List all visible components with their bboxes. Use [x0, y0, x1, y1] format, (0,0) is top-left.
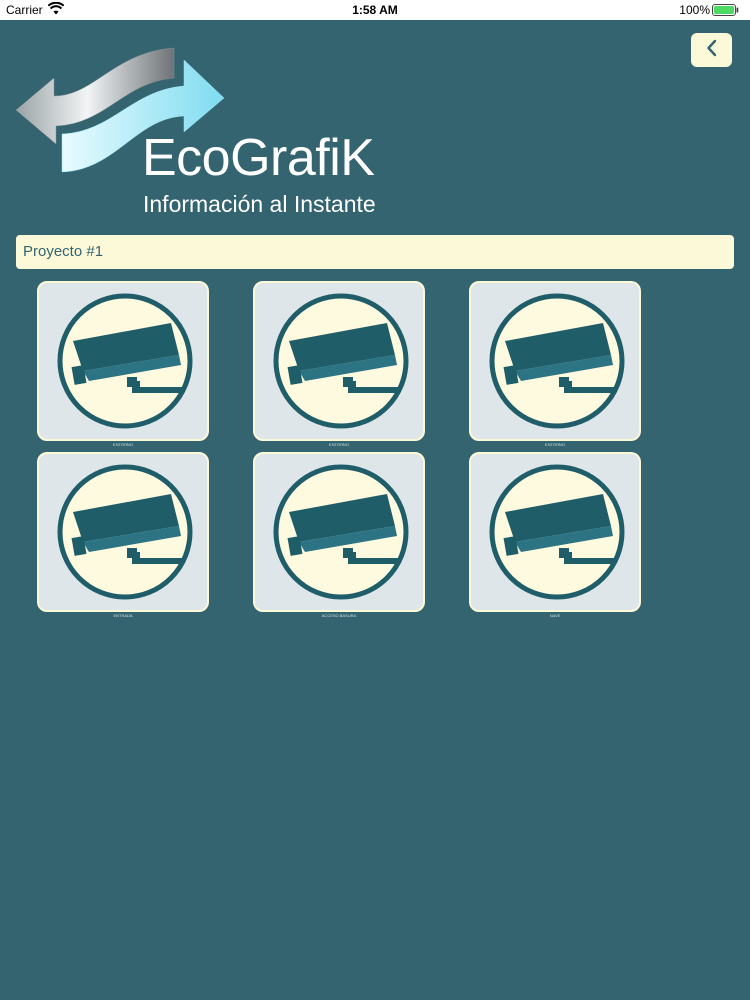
camera-card[interactable]: [253, 281, 425, 441]
camera-label: NAVE: [549, 613, 561, 618]
camera-card[interactable]: [253, 452, 425, 612]
security-camera-icon: [489, 293, 625, 429]
security-camera-icon: [57, 464, 193, 600]
security-camera-icon: [273, 464, 409, 600]
camera-label: ENTORNO: [329, 442, 349, 447]
project-title: Proyecto #1: [23, 243, 104, 260]
camera-label: ACCESO BASURA: [321, 613, 357, 618]
security-camera-icon: [489, 464, 625, 600]
security-camera-icon: [57, 293, 193, 429]
battery-icon: [712, 4, 740, 19]
back-button[interactable]: [691, 33, 732, 67]
camera-card[interactable]: [469, 452, 641, 612]
camera-label: ENTORNO: [545, 442, 565, 447]
status-bar: Carrier 1:58 AM 100%: [0, 0, 750, 20]
chevron-left-icon: [705, 38, 719, 63]
camera-label: ENTRADA: [113, 613, 133, 618]
brand-name: EcoGrafiK: [142, 129, 375, 187]
security-camera-icon: [273, 293, 409, 429]
brand-tagline: Información al Instante: [143, 191, 376, 217]
project-title-bar[interactable]: Proyecto #1: [16, 235, 734, 269]
battery-percentage: 100%: [679, 3, 710, 17]
camera-card[interactable]: [37, 452, 209, 612]
camera-card[interactable]: [469, 281, 641, 441]
camera-label: ENTORNO: [113, 442, 133, 447]
camera-card[interactable]: [37, 281, 209, 441]
clock: 1:58 AM: [352, 3, 398, 17]
